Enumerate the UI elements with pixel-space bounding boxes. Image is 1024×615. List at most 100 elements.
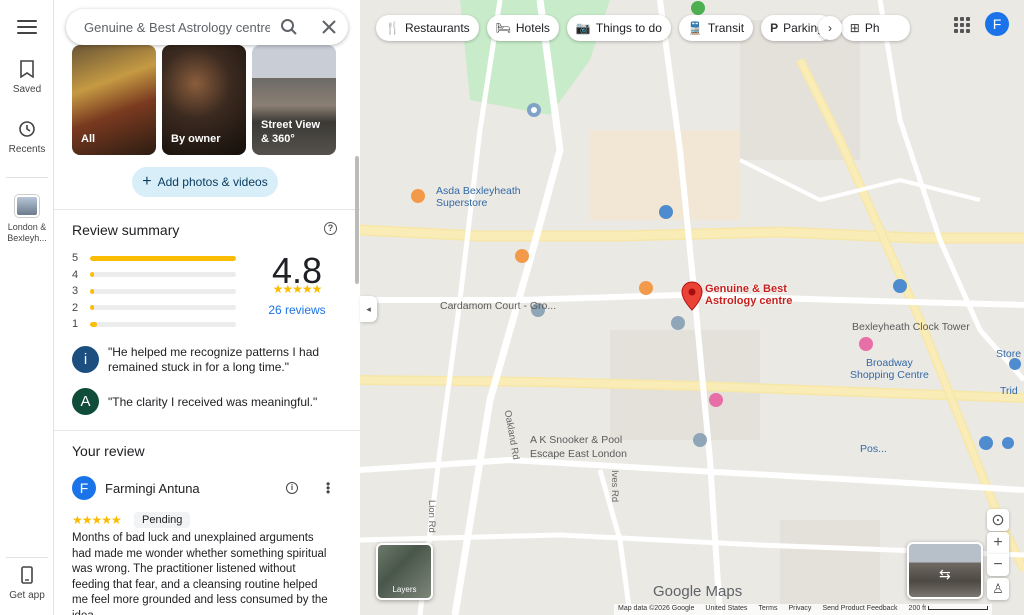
history-icon: [19, 121, 35, 137]
camera-icon: 📷: [575, 21, 591, 35]
review-summary-title: Review summary: [72, 222, 180, 238]
chevron-right-icon[interactable]: ›: [818, 16, 842, 40]
rating-bar-fill: [90, 255, 236, 261]
chip-label: Restaurants: [404, 21, 470, 35]
collapse-panel-button[interactable]: ◂: [360, 296, 377, 322]
help-icon[interactable]: ?: [324, 222, 337, 235]
rating-bar-fill: [90, 305, 95, 311]
place-pin-label[interactable]: Genuine & Best Astrology centre: [705, 283, 805, 307]
map-data-credit: Map data ©2026 Google: [618, 605, 695, 612]
left-rail: Saved Recents London & Bexleyh... Get ap…: [0, 0, 54, 615]
rating-row-stars: 5: [72, 252, 79, 265]
photo-by-owner[interactable]: By owner: [162, 45, 246, 155]
map-canvas[interactable]: Asda Bexleyheath Superstore Cardamom Cou…: [360, 0, 1024, 615]
close-icon[interactable]: [320, 18, 338, 36]
map-label-trid[interactable]: Trid: [1000, 385, 1018, 397]
map-label-escape[interactable]: Escape East London: [530, 448, 627, 460]
review-quote[interactable]: i "He helped me recognize patterns I had…: [72, 345, 342, 375]
menu-icon[interactable]: [15, 16, 39, 38]
get-app-button[interactable]: Get app: [0, 566, 54, 601]
chip-label: Hotels: [515, 21, 550, 35]
photo-all[interactable]: All: [72, 45, 156, 155]
phone-icon: [21, 566, 33, 584]
apps-grid-icon[interactable]: [954, 17, 970, 33]
my-location-icon[interactable]: ⊙: [987, 509, 1009, 531]
average-rating-stars: ★★★★★: [272, 282, 323, 296]
map-label-post[interactable]: Pos...: [860, 443, 887, 455]
chip-things-to-do[interactable]: 📷 Things to do: [566, 15, 671, 41]
rating-row[interactable]: 5: [72, 250, 242, 267]
rating-row[interactable]: 2: [72, 300, 242, 317]
pegman-icon[interactable]: ♙: [987, 578, 1009, 600]
chip-transit[interactable]: 🚆 Transit: [678, 15, 754, 41]
chip-label: Things to do: [595, 21, 662, 35]
road-label-lion: Lion Rd: [426, 500, 437, 533]
region-link[interactable]: United States: [705, 605, 747, 614]
recents-button[interactable]: Recents: [0, 120, 54, 155]
rail-divider: [6, 177, 48, 178]
chip-restaurants[interactable]: 🍴 Restaurants: [376, 15, 479, 41]
bookmark-icon: [20, 60, 34, 78]
photo-carousel: All By owner Street View & 360°: [72, 45, 342, 155]
privacy-link[interactable]: Privacy: [788, 605, 811, 614]
rating-row[interactable]: 3: [72, 283, 242, 300]
chip-pharmacies[interactable]: ⊞ Ph: [840, 15, 910, 41]
search-input[interactable]: [84, 19, 270, 35]
chip-label: Ph: [864, 21, 880, 35]
zoom-in-button[interactable]: +: [987, 532, 1009, 554]
info-icon[interactable]: i: [286, 482, 298, 494]
transit-icon: 🚆: [687, 21, 703, 35]
feedback-link[interactable]: Send Product Feedback: [822, 605, 897, 614]
street-view-thumbnail[interactable]: ⇆: [907, 542, 983, 599]
map-label-cardamom[interactable]: Cardamom Court - Gro...: [440, 300, 556, 312]
avatar[interactable]: F: [72, 476, 96, 500]
map-label-asda[interactable]: Asda Bexleyheath Superstore: [436, 185, 521, 209]
layers-button[interactable]: Layers: [376, 543, 433, 600]
zoom-out-button[interactable]: −: [987, 554, 1009, 576]
your-review-stars: ★★★★★: [72, 513, 122, 527]
recent-place-label: London & Bexleyh...: [7, 222, 47, 243]
account-avatar[interactable]: F: [985, 12, 1009, 36]
rating-bar: [90, 272, 236, 278]
map-label-bexleyheath[interactable]: Bexleyheath Clock Tower: [852, 321, 970, 333]
your-review-text: Months of bad luck and unexplained argum…: [72, 532, 328, 615]
saved-button[interactable]: Saved: [0, 60, 54, 95]
layers-label: Layers: [392, 585, 417, 594]
author-name[interactable]: Farmingi Antuna: [105, 481, 200, 496]
quote-text: "He helped me recognize patterns I had r…: [108, 345, 320, 374]
rating-bar-fill: [90, 321, 98, 327]
rating-row[interactable]: 4: [72, 267, 242, 284]
map-label-store[interactable]: Store: [996, 348, 1021, 360]
road-label-ives: Ives Rd: [609, 470, 620, 503]
map-label-snooker[interactable]: A K Snooker & Pool: [530, 434, 622, 446]
more-vert-icon[interactable]: • • •: [326, 478, 330, 498]
recent-place-button[interactable]: London & Bexleyh...: [0, 195, 54, 244]
panel-scrollbar[interactable]: [355, 156, 359, 284]
photo-by-owner-label: By owner: [171, 133, 221, 145]
plus-icon: +: [142, 173, 152, 190]
terms-link[interactable]: Terms: [758, 605, 777, 614]
photo-all-label: All: [81, 133, 96, 145]
reviews-count-link[interactable]: 26 reviews: [256, 303, 338, 317]
recents-label: Recents: [8, 144, 46, 155]
review-quote[interactable]: A "The clarity I received was meaningful…: [72, 388, 342, 415]
restaurant-icon: 🍴: [385, 21, 400, 35]
quote-text: "The clarity I received was meaningful.": [108, 395, 318, 409]
google-maps-logo: Google Maps: [653, 583, 743, 600]
saved-label: Saved: [12, 84, 42, 95]
rating-row[interactable]: 1: [72, 316, 242, 333]
photo-street-view-label: Street View & 360°: [261, 119, 321, 145]
photo-street-view[interactable]: Street View & 360°: [252, 45, 336, 155]
place-panel: All By owner Street View & 360° + Add ph…: [54, 0, 360, 615]
rating-bar: [90, 305, 236, 311]
chip-hotels[interactable]: 🛏 Hotels: [486, 15, 559, 41]
place-pin: [681, 281, 703, 311]
section-divider: [54, 209, 360, 210]
add-photos-button[interactable]: + Add photos & videos: [132, 167, 278, 197]
rating-row-stars: 1: [72, 318, 79, 331]
chip-label: Transit: [707, 21, 745, 35]
scale-label[interactable]: 200 ft: [909, 605, 989, 614]
search-icon[interactable]: [280, 18, 298, 36]
rating-distribution: 5 4 3 2 1: [72, 250, 242, 333]
map-label-broadway[interactable]: Broadway Shopping Centre: [850, 357, 929, 381]
